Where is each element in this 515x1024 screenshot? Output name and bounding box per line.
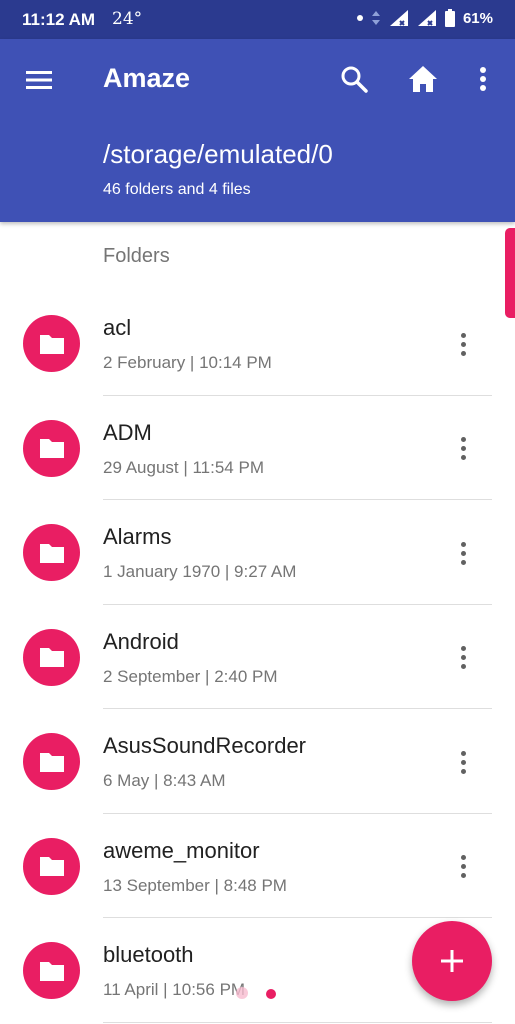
status-bar: 11:12 AM 24° 61%	[0, 0, 515, 39]
search-icon[interactable]	[337, 62, 371, 96]
add-fab-button[interactable]	[412, 921, 492, 1001]
folder-name: bluetooth	[103, 942, 194, 967]
folder-name: acl	[103, 315, 132, 340]
more-vert-icon[interactable]	[466, 62, 500, 96]
folder-name: Android	[103, 628, 179, 654]
battery-icon	[444, 9, 455, 27]
folder-icon	[23, 524, 80, 581]
divider	[103, 1021, 492, 1023]
status-temperature: 24°	[112, 9, 143, 29]
status-time: 11:12 AM	[22, 10, 96, 29]
list-item-folder[interactable]: ADM 29 August | 11:54 PM	[0, 396, 515, 500]
folder-icon	[23, 942, 80, 999]
folder-icon	[23, 419, 80, 477]
more-vert-icon[interactable]	[448, 536, 478, 570]
folder-date: 6 May | 8:43 AM	[103, 771, 226, 790]
folder-name: AsusSoundRecorder	[103, 733, 307, 758]
more-vert-icon[interactable]	[448, 327, 478, 361]
list-item-folder[interactable]: Android 2 September | 2:40 PM	[0, 605, 515, 709]
more-vert-icon[interactable]	[448, 850, 478, 884]
notification-dot-icon	[356, 15, 363, 21]
folder-date: 2 September | 2:40 PM	[103, 666, 278, 686]
folder-file-count: 46 folders and 4 files	[103, 181, 251, 198]
folder-date: 13 September | 8:48 PM	[103, 875, 287, 895]
signal-icon	[417, 10, 436, 26]
app-title: Amaze	[103, 63, 191, 93]
list-item-folder[interactable]: AsusSoundRecorder 6 May | 8:43 AM	[0, 709, 515, 814]
touch-indicator	[236, 987, 248, 999]
list-item-folder[interactable]: aweme_monitor 13 September | 8:48 PM	[0, 814, 515, 918]
folder-icon	[23, 733, 80, 790]
folder-icon	[23, 315, 80, 372]
list-item-folder[interactable]: Alarms 1 January 1970 | 9:27 AM	[0, 500, 515, 605]
folder-name: Alarms	[103, 524, 172, 549]
data-arrows-icon	[371, 11, 380, 25]
menu-icon[interactable]	[22, 66, 56, 94]
more-vert-icon[interactable]	[448, 745, 478, 779]
list-item-folder[interactable]: acl 2 February | 10:14 PM	[0, 291, 515, 396]
signal-icon	[389, 10, 408, 26]
folder-date: 1 January 1970 | 9:27 AM	[103, 562, 297, 581]
folder-list: acl 2 February | 10:14 PM ADM 29 August …	[0, 291, 515, 1023]
plus-icon	[441, 950, 463, 972]
home-icon[interactable]	[406, 62, 440, 96]
section-header-folders: Folders	[103, 245, 170, 267]
app-toolbar: Amaze /storage/emulated/0 46 folders and…	[0, 39, 515, 222]
status-icons: 61%	[356, 9, 493, 27]
folder-icon	[23, 837, 80, 895]
current-path[interactable]: /storage/emulated/0	[103, 139, 333, 170]
folder-name: ADM	[103, 419, 152, 445]
touch-indicator	[266, 989, 276, 999]
more-vert-icon[interactable]	[448, 432, 478, 466]
folder-date: 11 April | 10:56 PM	[103, 980, 246, 999]
battery-percent: 61%	[462, 9, 493, 27]
folder-name: aweme_monitor	[103, 837, 260, 863]
more-vert-icon[interactable]	[448, 641, 478, 675]
folder-date: 29 August | 11:54 PM	[103, 457, 264, 477]
folder-icon	[23, 628, 80, 686]
folder-date: 2 February | 10:14 PM	[103, 353, 272, 372]
